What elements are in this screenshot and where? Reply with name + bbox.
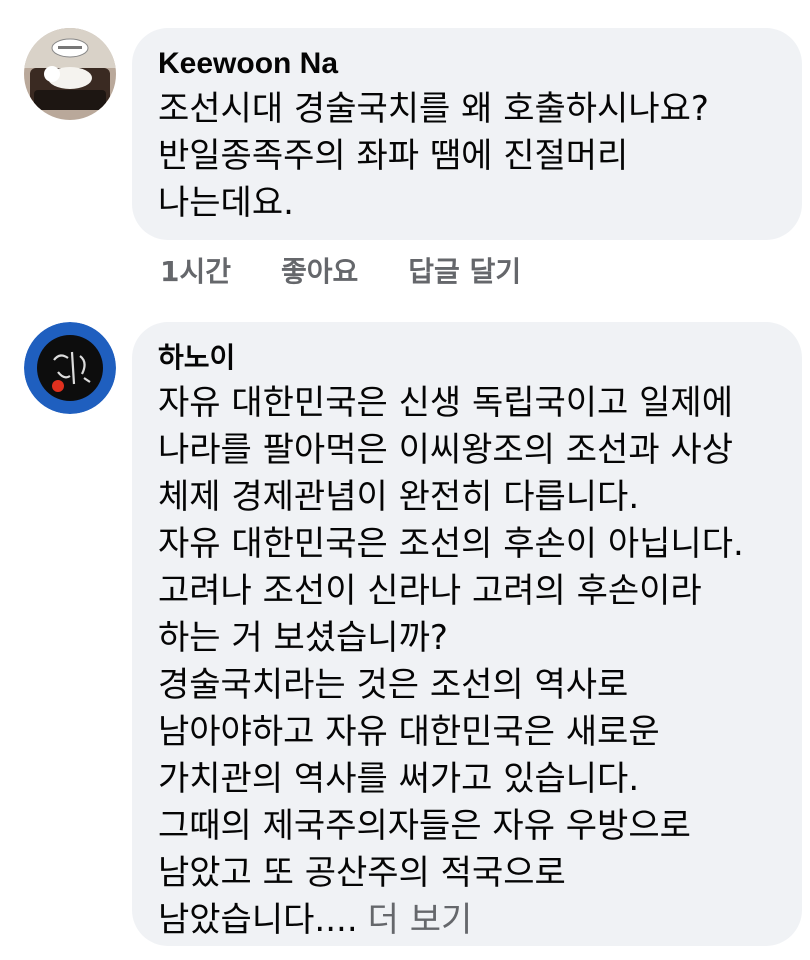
- comment-timestamp[interactable]: 1시간: [160, 250, 231, 290]
- comment-text-line: 자유 대한민국은 신생 독립국이고 일제에: [158, 383, 733, 423]
- comment-author[interactable]: Keewoon Na: [158, 44, 774, 84]
- comment-bubble: Keewoon Na 조선시대 경술국치를 왜 호출하시나요? 반일종족주의 좌…: [132, 28, 802, 240]
- comment-text-line: 가치관의 역사를 써가고 있습니다.: [158, 759, 640, 799]
- reply-button[interactable]: 답글 달기: [408, 250, 521, 290]
- comment-actions: 1시간 좋아요 답글 달기: [160, 250, 571, 290]
- comment-text: 남았습니다....: [158, 900, 358, 940]
- comment-bubble: 하노이 자유 대한민국은 신생 독립국이고 일제에 나라를 팔아먹은 이씨왕조의…: [132, 322, 802, 946]
- comment-text-line: 자유 대한민국은 조선의 후손이 아닙니다.: [158, 524, 744, 564]
- comment-text-line: 남아야하고 자유 대한민국은 새로운: [158, 712, 660, 752]
- comment-text-line: 체제 경제관념이 완전히 다릅니다.: [158, 477, 640, 517]
- like-button[interactable]: 좋아요: [281, 250, 358, 290]
- avatar[interactable]: [24, 322, 116, 414]
- avatar[interactable]: [24, 28, 116, 120]
- comment-text-line: 나는데요.: [158, 183, 294, 223]
- i-trust-my-immune-system-badge-avatar: [24, 322, 116, 414]
- see-more-link[interactable]: 더 보기: [368, 900, 473, 940]
- comment-text-line: 조선시대 경술국치를 왜 호출하시나요?: [158, 89, 709, 129]
- comment-text-line: 남았고 또 공산주의 적국으로: [158, 853, 566, 893]
- dog-on-chair-photo-avatar: [24, 28, 116, 120]
- comment-text-line: 하는 거 보셨습니까?: [158, 618, 448, 658]
- comment-author[interactable]: 하노이: [158, 338, 774, 378]
- comment-text-line: 경술국치라는 것은 조선의 역사로: [158, 665, 629, 705]
- comment-text-line: 반일종족주의 좌파 땜에 진절머리: [158, 136, 629, 176]
- comment-text-line-last: 남았습니다.... 더 보기: [158, 897, 774, 944]
- comment-text-line: 고려나 조선이 신라나 고려의 후손이라: [158, 571, 702, 611]
- comment-text-line: 나라를 팔아먹은 이씨왕조의 조선과 사상: [158, 430, 733, 470]
- comment-text-line: 그때의 제국주의자들은 자유 우방으로: [158, 806, 691, 846]
